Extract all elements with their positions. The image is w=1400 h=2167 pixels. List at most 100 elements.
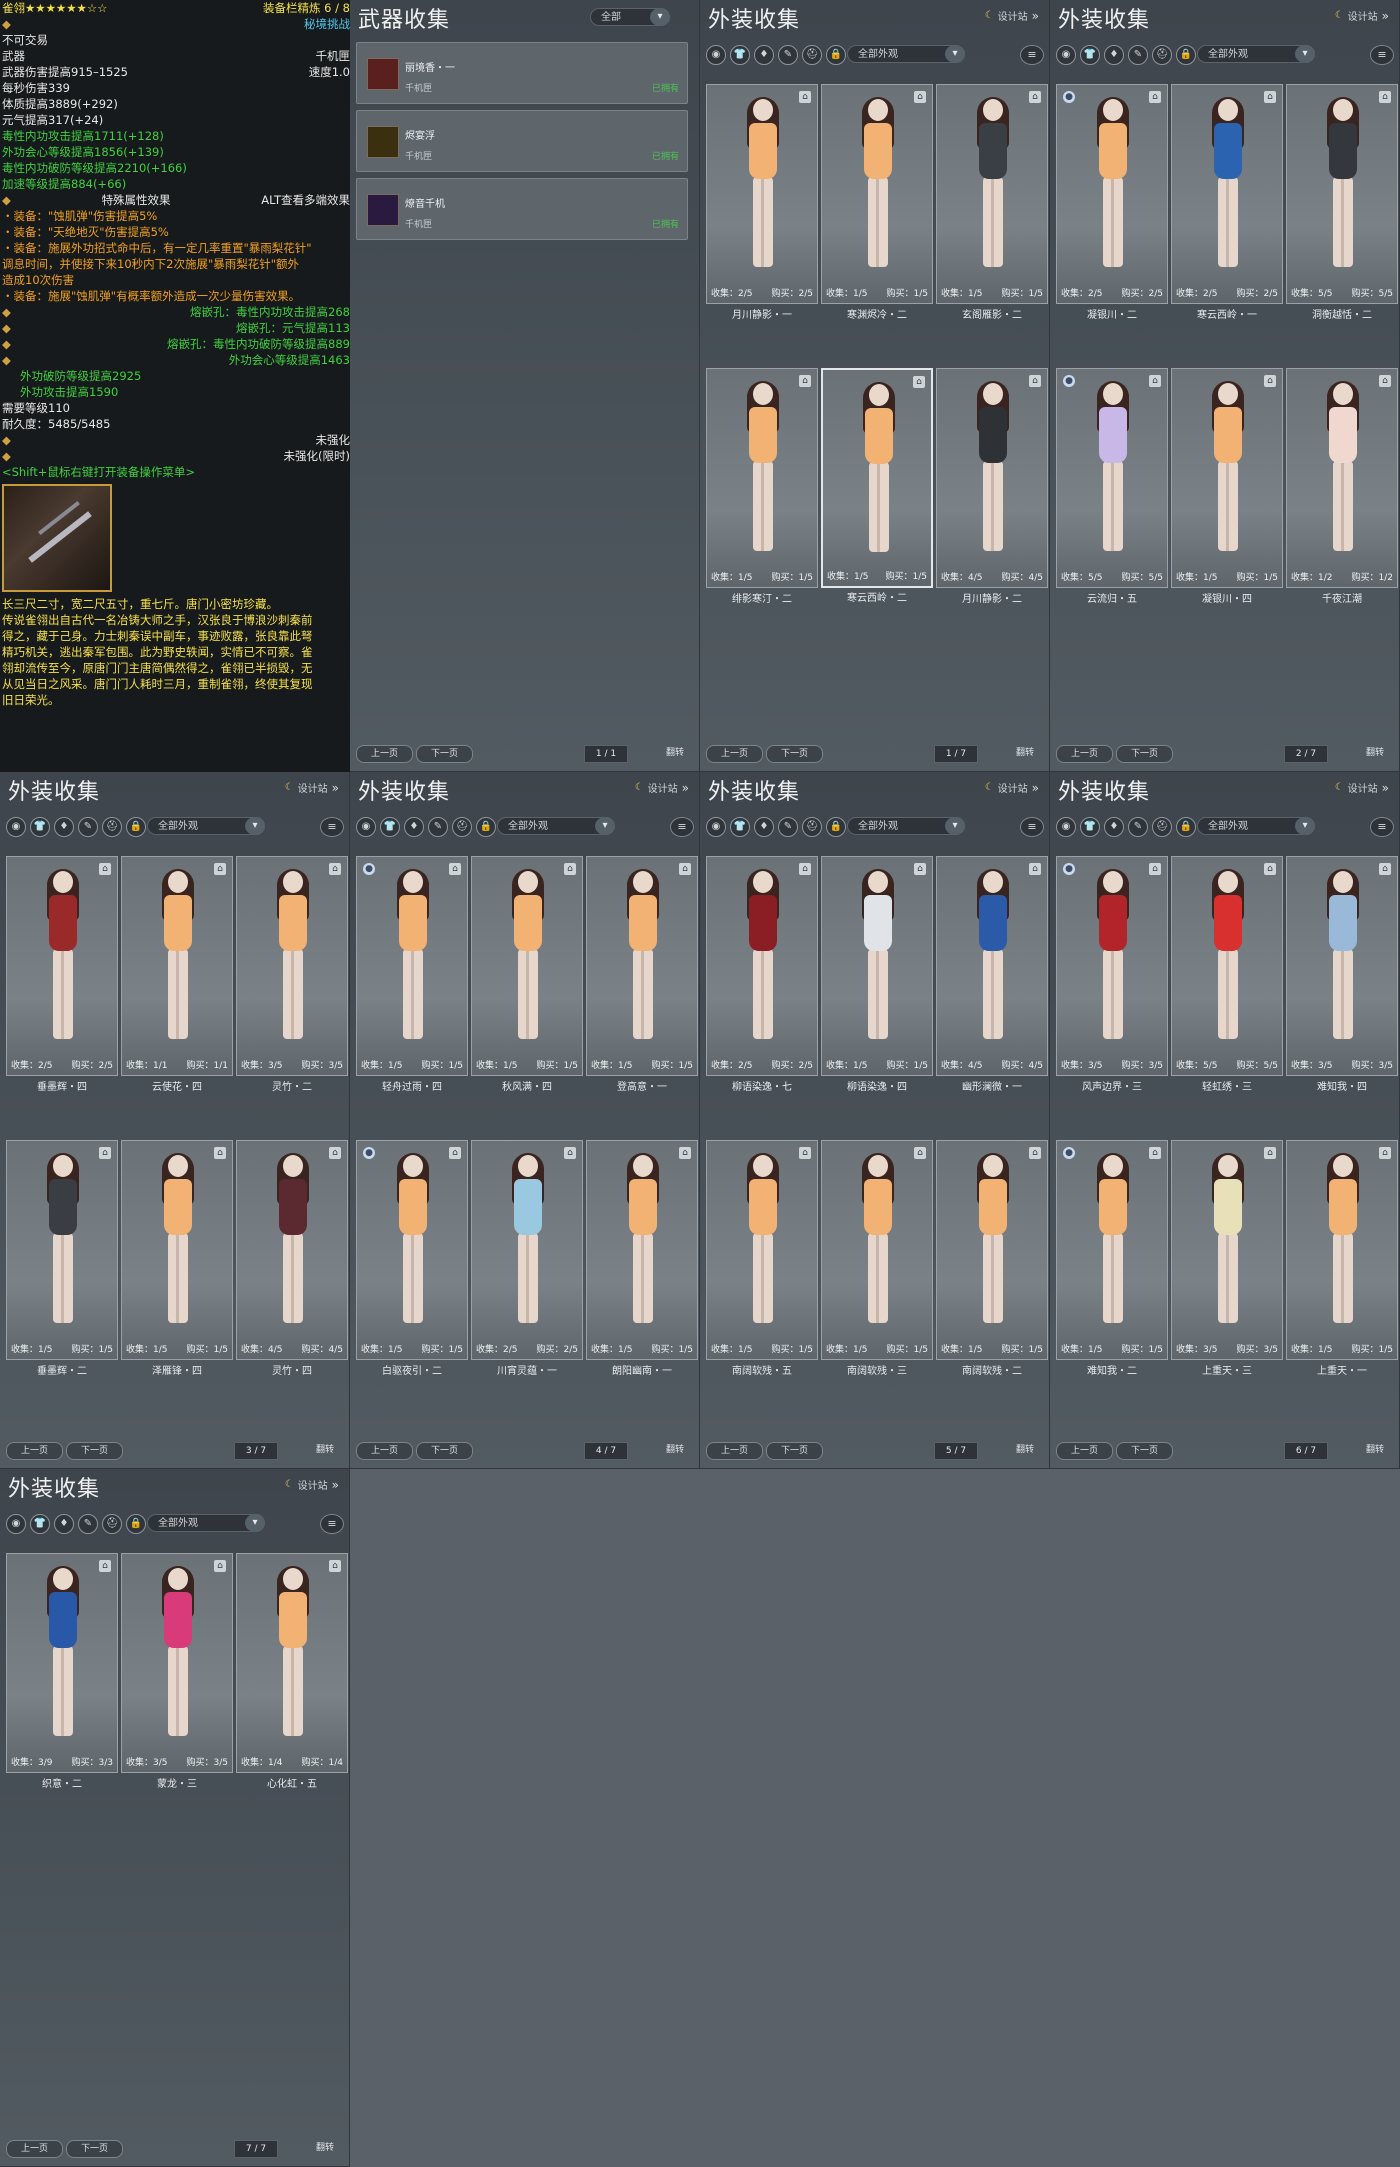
trash-icon[interactable]: ⌂ (1029, 91, 1041, 103)
next-page-button[interactable]: 下一页 (1116, 1442, 1173, 1460)
flip-button[interactable]: 翻转 (1016, 745, 1034, 761)
hood-icon[interactable]: ◉ (356, 817, 376, 837)
outfit-filter-select[interactable]: 全部外观 ▾ (1197, 817, 1315, 835)
trash-icon[interactable]: ⌂ (99, 1147, 111, 1159)
next-page-button[interactable]: 下一页 (1116, 745, 1173, 763)
designer-link[interactable]: ☾ 设计站» (285, 780, 339, 796)
flip-button[interactable]: 翻转 (316, 2140, 334, 2156)
outfit-filter-select[interactable]: 全部外观 ▾ (497, 817, 615, 835)
outfit-card[interactable]: ⌂ 收集：1/5 购买：1/5 玄阁雁影・二 (936, 84, 1048, 321)
hood-icon[interactable]: ◉ (6, 817, 26, 837)
trash-icon[interactable]: ⌂ (913, 376, 925, 388)
lock-icon[interactable]: 🔒 (126, 817, 146, 837)
outfit-card[interactable]: ⌂ 收集：3/5 购买：3/5 上重天・三 (1171, 1140, 1283, 1377)
outfit-card[interactable]: ⌂ 收集：4/5 购买：4/5 月川静影・二 (936, 368, 1048, 605)
cape-icon[interactable]: ⛑ (102, 1514, 122, 1534)
trash-icon[interactable]: ⌂ (679, 1147, 691, 1159)
trash-icon[interactable]: ⌂ (914, 1147, 926, 1159)
trash-icon[interactable]: ⌂ (799, 375, 811, 387)
prev-page-button[interactable]: 上一页 (706, 1442, 763, 1460)
outfit-filter-select[interactable]: 全部外观 ▾ (147, 817, 265, 835)
outfit-card[interactable]: ⌂ 收集：1/5 购买：1/5 泽雁锋・四 (121, 1140, 233, 1377)
shoulder-icon[interactable]: ♦ (404, 817, 424, 837)
trash-icon[interactable]: ⌂ (99, 1560, 111, 1572)
next-page-button[interactable]: 下一页 (766, 745, 823, 763)
outfit-card[interactable]: ⌂ 收集：1/5 购买：1/5 柳语染逸・四 (821, 856, 933, 1093)
trash-icon[interactable]: ⌂ (1379, 91, 1391, 103)
sort-icon[interactable]: ≡ (320, 817, 344, 837)
flip-button[interactable]: 翻转 (1366, 1442, 1384, 1458)
next-page-button[interactable]: 下一页 (416, 1442, 473, 1460)
cape-icon[interactable]: ⛑ (102, 817, 122, 837)
prev-page-button[interactable]: 上一页 (706, 745, 763, 763)
cape-icon[interactable]: ⛑ (802, 817, 822, 837)
cape-icon[interactable]: ⛑ (452, 817, 472, 837)
lock-icon[interactable]: 🔒 (826, 817, 846, 837)
outfit-filter-select[interactable]: 全部外观 ▾ (1197, 45, 1315, 63)
outfit-card[interactable]: ⌂ 收集：1/5 购买：1/5 难知我・二 ● (1056, 1140, 1168, 1377)
shirt-icon[interactable]: 👕 (380, 817, 400, 837)
trash-icon[interactable]: ⌂ (679, 863, 691, 875)
cape-icon[interactable]: ⛑ (1152, 45, 1172, 65)
trash-icon[interactable]: ⌂ (1379, 1147, 1391, 1159)
outfit-card[interactable]: ⌂ 收集：1/1 购买：1/1 云使花・四 (121, 856, 233, 1093)
shoulder-icon[interactable]: ♦ (754, 817, 774, 837)
trash-icon[interactable]: ⌂ (1029, 863, 1041, 875)
outfit-card[interactable]: ⌂ 收集：5/5 购买：5/5 洞衡越恬・二 (1286, 84, 1398, 321)
trash-icon[interactable]: ⌂ (214, 863, 226, 875)
shoulder-icon[interactable]: ♦ (1104, 45, 1124, 65)
outfit-filter-select[interactable]: 全部外观 ▾ (847, 45, 965, 63)
outfit-card[interactable]: ⌂ 收集：1/5 购买：1/5 绯影寒汀・二 (706, 368, 818, 605)
trash-icon[interactable]: ⌂ (914, 863, 926, 875)
outfit-card[interactable]: ⌂ 收集：2/5 购买：2/5 柳语染逸・七 (706, 856, 818, 1093)
trash-icon[interactable]: ⌂ (449, 863, 461, 875)
outfit-card[interactable]: ⌂ 收集：2/5 购买：2/5 垂墨辉・四 (6, 856, 118, 1093)
outfit-card[interactable]: ⌂ 收集：2/5 购买：2/5 月川静影・一 (706, 84, 818, 321)
flip-button[interactable]: 翻转 (666, 1442, 684, 1458)
outfit-card[interactable]: ⌂ 收集：1/5 购买：1/5 上重天・一 (1286, 1140, 1398, 1377)
trash-icon[interactable]: ⌂ (1149, 1147, 1161, 1159)
flip-button[interactable]: 翻转 (1016, 1442, 1034, 1458)
lock-icon[interactable]: 🔒 (1176, 817, 1196, 837)
trash-icon[interactable]: ⌂ (799, 1147, 811, 1159)
brush-icon[interactable]: ✎ (1128, 817, 1148, 837)
lock-icon[interactable]: 🔒 (126, 1514, 146, 1534)
outfit-card[interactable]: ⌂ 收集：1/5 购买：1/5 秋风满・四 (471, 856, 583, 1093)
trash-icon[interactable]: ⌂ (1149, 91, 1161, 103)
trash-icon[interactable]: ⌂ (214, 1560, 226, 1572)
outfit-card[interactable]: ⌂ 收集：5/5 购买：5/5 轻虹绣・三 (1171, 856, 1283, 1093)
weapon-item[interactable]: 烬宴浮 千机匣 已拥有 (356, 110, 688, 172)
trash-icon[interactable]: ⌂ (1264, 1147, 1276, 1159)
designer-link[interactable]: ☾ 设计站» (285, 1477, 339, 1493)
outfit-card[interactable]: ⌂ 收集：3/9 购买：3/3 织意・二 (6, 1553, 118, 1790)
shoulder-icon[interactable]: ♦ (54, 1514, 74, 1534)
outfit-card[interactable]: ⌂ 收集：1/5 购买：1/5 登高意・一 (586, 856, 698, 1093)
outfit-card[interactable]: ⌂ 收集：3/5 购买：3/5 难知我・四 (1286, 856, 1398, 1093)
outfit-card[interactable]: ⌂ 收集：1/5 购买：1/5 轻舟过雨・四 ● (356, 856, 468, 1093)
weapon-filter-select[interactable]: 全部 ▾ (590, 8, 670, 26)
outfit-card[interactable]: ⌂ 收集：1/5 购买：1/5 南阔软残・二 (936, 1140, 1048, 1377)
trash-icon[interactable]: ⌂ (799, 863, 811, 875)
outfit-card[interactable]: ⌂ 收集：2/5 购买：2/5 凝银川・二 ● (1056, 84, 1168, 321)
shirt-icon[interactable]: 👕 (1080, 817, 1100, 837)
designer-link[interactable]: ☾ 设计站» (985, 8, 1039, 24)
outfit-card[interactable]: ⌂ 收集：2/5 购买：2/5 川宵灵蕴・一 (471, 1140, 583, 1377)
trash-icon[interactable]: ⌂ (329, 1147, 341, 1159)
lock-icon[interactable]: 🔒 (826, 45, 846, 65)
shoulder-icon[interactable]: ♦ (1104, 817, 1124, 837)
next-page-button[interactable]: 下一页 (766, 1442, 823, 1460)
shoulder-icon[interactable]: ♦ (54, 817, 74, 837)
hood-icon[interactable]: ◉ (1056, 817, 1076, 837)
trash-icon[interactable]: ⌂ (564, 863, 576, 875)
trash-icon[interactable]: ⌂ (1379, 375, 1391, 387)
brush-icon[interactable]: ✎ (78, 817, 98, 837)
flip-button[interactable]: 翻转 (666, 745, 684, 761)
prev-page-button[interactable]: 上一页 (1056, 1442, 1113, 1460)
outfit-card[interactable]: ⌂ 收集：4/5 购买：4/5 幽形澜微・一 (936, 856, 1048, 1093)
outfit-card[interactable]: ⌂ 收集：4/5 购买：4/5 灵竹・四 (236, 1140, 348, 1377)
outfit-card[interactable]: ⌂ 收集：3/5 购买：3/5 风声边界・三 ● (1056, 856, 1168, 1093)
trash-icon[interactable]: ⌂ (1149, 863, 1161, 875)
prev-page-button[interactable]: 上一页 (1056, 745, 1113, 763)
shirt-icon[interactable]: 👕 (30, 817, 50, 837)
prev-page-button[interactable]: 上一页 (356, 745, 413, 763)
